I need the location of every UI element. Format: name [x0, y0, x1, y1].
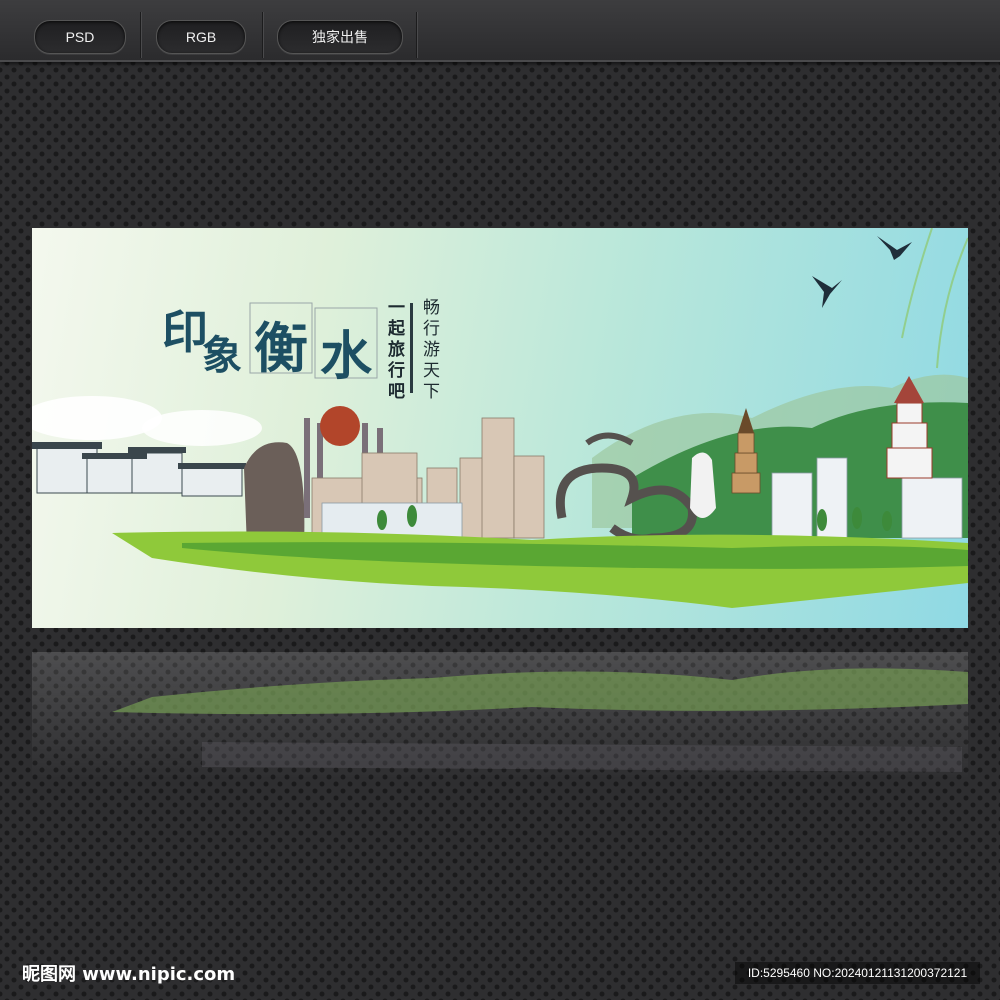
top-toolbar: PSD RGB 独家出售 — [0, 0, 1000, 62]
title-char-3: 衡 — [254, 316, 308, 380]
rgb-tag-button[interactable]: RGB — [156, 20, 246, 54]
tagline-vertical-text: 畅行游天下 — [419, 298, 439, 403]
title-char-4: 水 — [320, 326, 373, 387]
exclusive-sale-tag-button[interactable]: 独家出售 — [277, 20, 403, 54]
title-char-2: 象 — [202, 332, 242, 379]
toolbar-divider — [262, 12, 263, 58]
subtitle-vertical-text: 一起旅行吧 — [384, 298, 404, 403]
nipic-logo-text: 昵图网 www.nipic.com — [22, 964, 236, 985]
poster-illustration — [32, 228, 968, 608]
toolbar-divider — [416, 12, 417, 58]
reflection-illustration — [112, 668, 968, 772]
poster-reflection — [32, 652, 968, 782]
tourism-poster-image: 印 象 衡 水 一起旅行吧 畅行游天下 — [32, 228, 968, 628]
image-id-label: ID:5295460 NO:20240121131200372121 — [735, 962, 980, 984]
toolbar-divider — [140, 12, 141, 58]
psd-tag-button[interactable]: PSD — [34, 20, 126, 54]
